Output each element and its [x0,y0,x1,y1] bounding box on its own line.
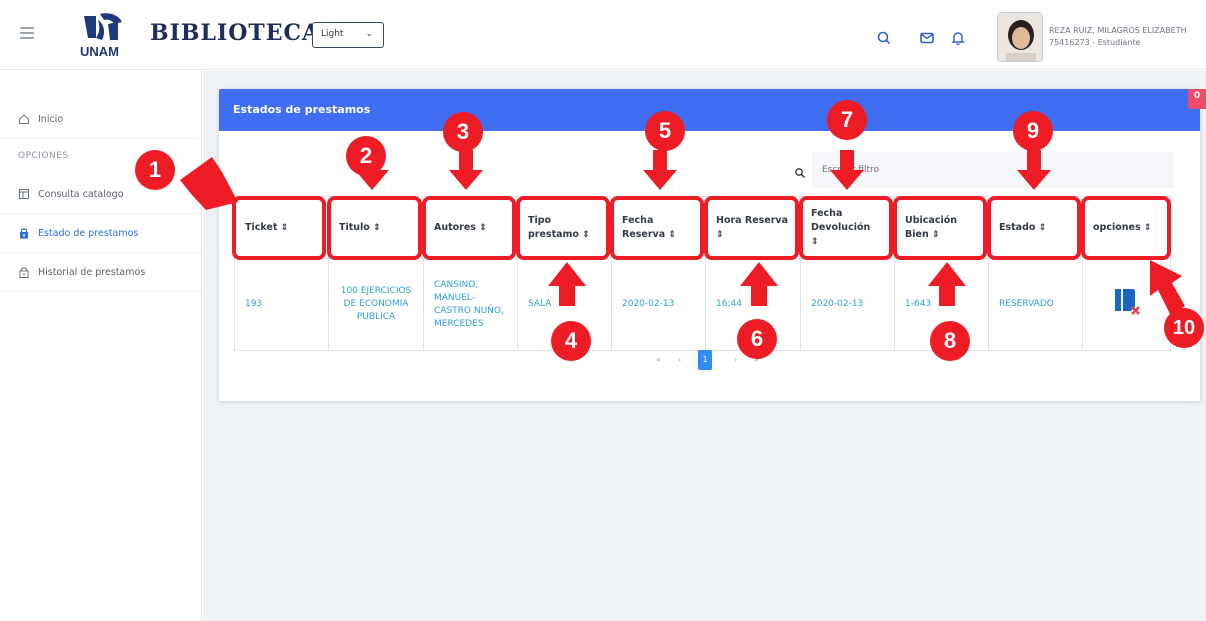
bell-icon[interactable] [950,30,966,46]
chevron-down-icon: ⌄ [365,29,373,39]
highlight-box-tipo [516,196,610,260]
prev-page-button[interactable]: ‹ [678,355,681,364]
callout-badge: 8 [930,321,970,361]
next-page-button[interactable]: › [734,355,737,364]
notification-badge: 0 [1188,89,1206,109]
highlight-box-titulo [327,196,422,260]
theme-select-value: Light [321,29,344,39]
filter-search-icon [794,164,806,178]
user-role: 75416273 - Estudiante [1049,38,1141,47]
cell-autores: CANSINO, MANUEL- CASTRO NUÑO, MERCEDES [423,258,518,351]
sidebar-item-inicio[interactable]: Inicio [0,101,202,139]
user-name: REZA RUIZ, MILAGROS ELIZABETH [1049,26,1187,35]
cancel-reservation-icon[interactable] [1112,285,1142,324]
logo-text: UNAM [80,44,119,59]
sidebar-section-heading: OPCIONES [18,151,69,161]
filter-input[interactable] [812,152,1174,188]
lock-icon [18,266,30,278]
callout-badge: 10 [1164,308,1204,348]
callout-badge: 4 [551,321,591,361]
highlight-box-opciones [1081,196,1171,260]
sidebar-item-label: Estado de prestamos [38,228,139,239]
sidebar-item-consulta-catalogo[interactable]: Consulta catalogo [0,176,202,214]
brand-title: BIBLIOTECA [150,20,321,46]
card-header: Estados de prestamos [219,89,1200,131]
home-icon [18,113,30,125]
page-button-current[interactable]: 1 [698,350,712,370]
sidebar-item-historial-de-prestamos[interactable]: Historial de prestamos [0,254,202,292]
table-row: 193 100 EJERCICIOS DE ECONOMIA PUBLICA C… [234,258,1171,351]
highlight-box-ticket [232,196,326,260]
highlight-box-fecha-reserva [610,196,704,260]
cell-ticket: 193 [234,258,329,351]
catalog-icon [18,188,30,200]
callout-badge: 1 [135,150,175,190]
cell-opciones [1082,258,1171,351]
sidebar-item-label: Historial de prestamos [38,267,146,278]
first-page-button[interactable]: « [656,355,661,364]
highlight-box-ubicacion [893,196,987,260]
sidebar-item-estado-de-prestamos[interactable]: Estado de prestamos [0,215,202,253]
callout-badge: 6 [737,319,777,359]
table-filter [794,152,1174,188]
callout-badge: 3 [443,112,483,152]
cell-titulo: 100 EJERCICIOS DE ECONOMIA PUBLICA [328,258,424,351]
callout-badge: 7 [827,100,867,140]
highlight-box-autores [422,196,516,260]
cell-fecha-devolucion: 2020-02-13 [800,258,895,351]
sidebar: Inicio OPCIONES Consulta catalogo Estado… [0,71,202,621]
menu-icon[interactable] [20,27,34,42]
sidebar-item-label: Inicio [38,114,64,125]
card-title: Estados de prestamos [233,103,371,116]
theme-select[interactable]: Light ⌄ [312,22,384,48]
highlight-box-hora-reserva [704,196,799,260]
avatar[interactable] [997,12,1043,62]
callout-badge: 2 [346,136,386,176]
callout-badge: 9 [1013,111,1053,151]
mail-icon[interactable] [919,30,935,46]
top-header: UNAM BIBLIOTECA Light ⌄ REZA RUIZ, MILAG… [0,0,1206,70]
cell-fecha-reserva: 2020-02-13 [611,258,706,351]
search-icon[interactable] [876,30,892,46]
callout-badge: 5 [645,111,685,151]
highlight-box-fecha-devolucion [799,196,893,260]
cell-estado: RESERVADO [988,258,1083,351]
highlight-box-estado [987,196,1081,260]
unam-logo: UNAM [74,12,134,60]
app-root: UNAM BIBLIOTECA Light ⌄ REZA RUIZ, MILAG… [0,0,1206,621]
lock-icon [18,227,30,239]
sidebar-item-label: Consulta catalogo [38,189,124,200]
